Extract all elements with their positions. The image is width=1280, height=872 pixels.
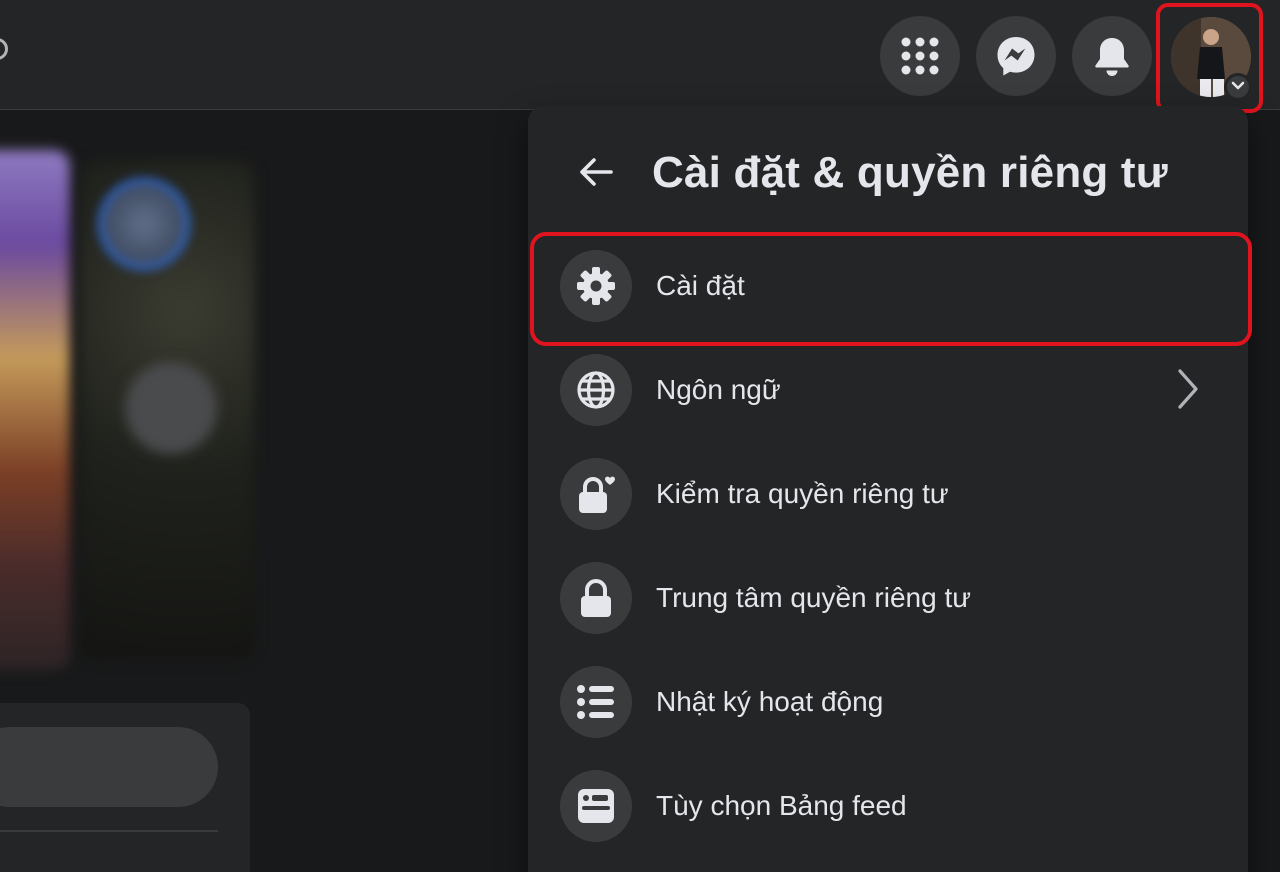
settings-privacy-menu: Cài đặt & quyền riêng tư Cài đặt Ngôn ng… (528, 106, 1252, 872)
messenger-icon (995, 35, 1037, 77)
top-navigation-bar (0, 0, 1280, 113)
menu-item-activity-log[interactable]: Nhật ký hoạt động (548, 654, 1228, 750)
menu-item-feed-preferences[interactable]: Tùy chọn Bảng feed (548, 758, 1228, 854)
composer-divider (0, 830, 218, 832)
story-avatar (98, 178, 190, 270)
menu-item-label: Cài đặt (656, 270, 745, 301)
menu-item-label: Nhật ký hoạt động (656, 686, 884, 717)
menu-item-label: Kiểm tra quyền riêng tư (656, 478, 949, 509)
menu-item-privacy-center[interactable]: Trung tâm quyền riêng tư (548, 550, 1228, 646)
menu-grid-button[interactable] (880, 16, 960, 96)
left-nav-icon[interactable] (0, 38, 8, 60)
menu-item-label: Trung tâm quyền riêng tư (656, 582, 971, 613)
notifications-button[interactable] (1072, 16, 1152, 96)
menu-item-label: Tùy chọn Bảng feed (656, 790, 907, 821)
messenger-button[interactable] (976, 16, 1056, 96)
menu-item-label: Ngôn ngữ (656, 374, 781, 405)
arrow-left-icon (578, 157, 614, 192)
account-menu-caret[interactable] (1224, 73, 1252, 101)
feed-icon (560, 770, 632, 842)
menu-item-settings[interactable]: Cài đặt (548, 238, 1228, 334)
menu-header: Cài đặt & quyền riêng tư (528, 106, 1248, 236)
chevron-down-icon (1231, 78, 1245, 96)
globe-icon (560, 354, 632, 426)
menu-item-privacy-checkup[interactable]: Kiểm tra quyền riêng tư (548, 446, 1228, 542)
menu-title: Cài đặt & quyền riêng tư (652, 148, 1168, 197)
grid-icon (900, 36, 940, 76)
post-composer-input[interactable] (0, 727, 218, 807)
list-icon (560, 666, 632, 738)
story-card-1[interactable] (0, 150, 70, 670)
gear-icon (560, 250, 632, 322)
chevron-right-icon (1176, 368, 1200, 415)
lock-icon (560, 562, 632, 634)
account-button-highlight[interactable] (1156, 3, 1263, 113)
play-icon (125, 362, 217, 454)
lock-heart-icon (560, 458, 632, 530)
menu-item-language[interactable]: Ngôn ngữ (548, 342, 1228, 438)
back-button[interactable] (566, 144, 626, 204)
bell-icon (1092, 35, 1132, 77)
